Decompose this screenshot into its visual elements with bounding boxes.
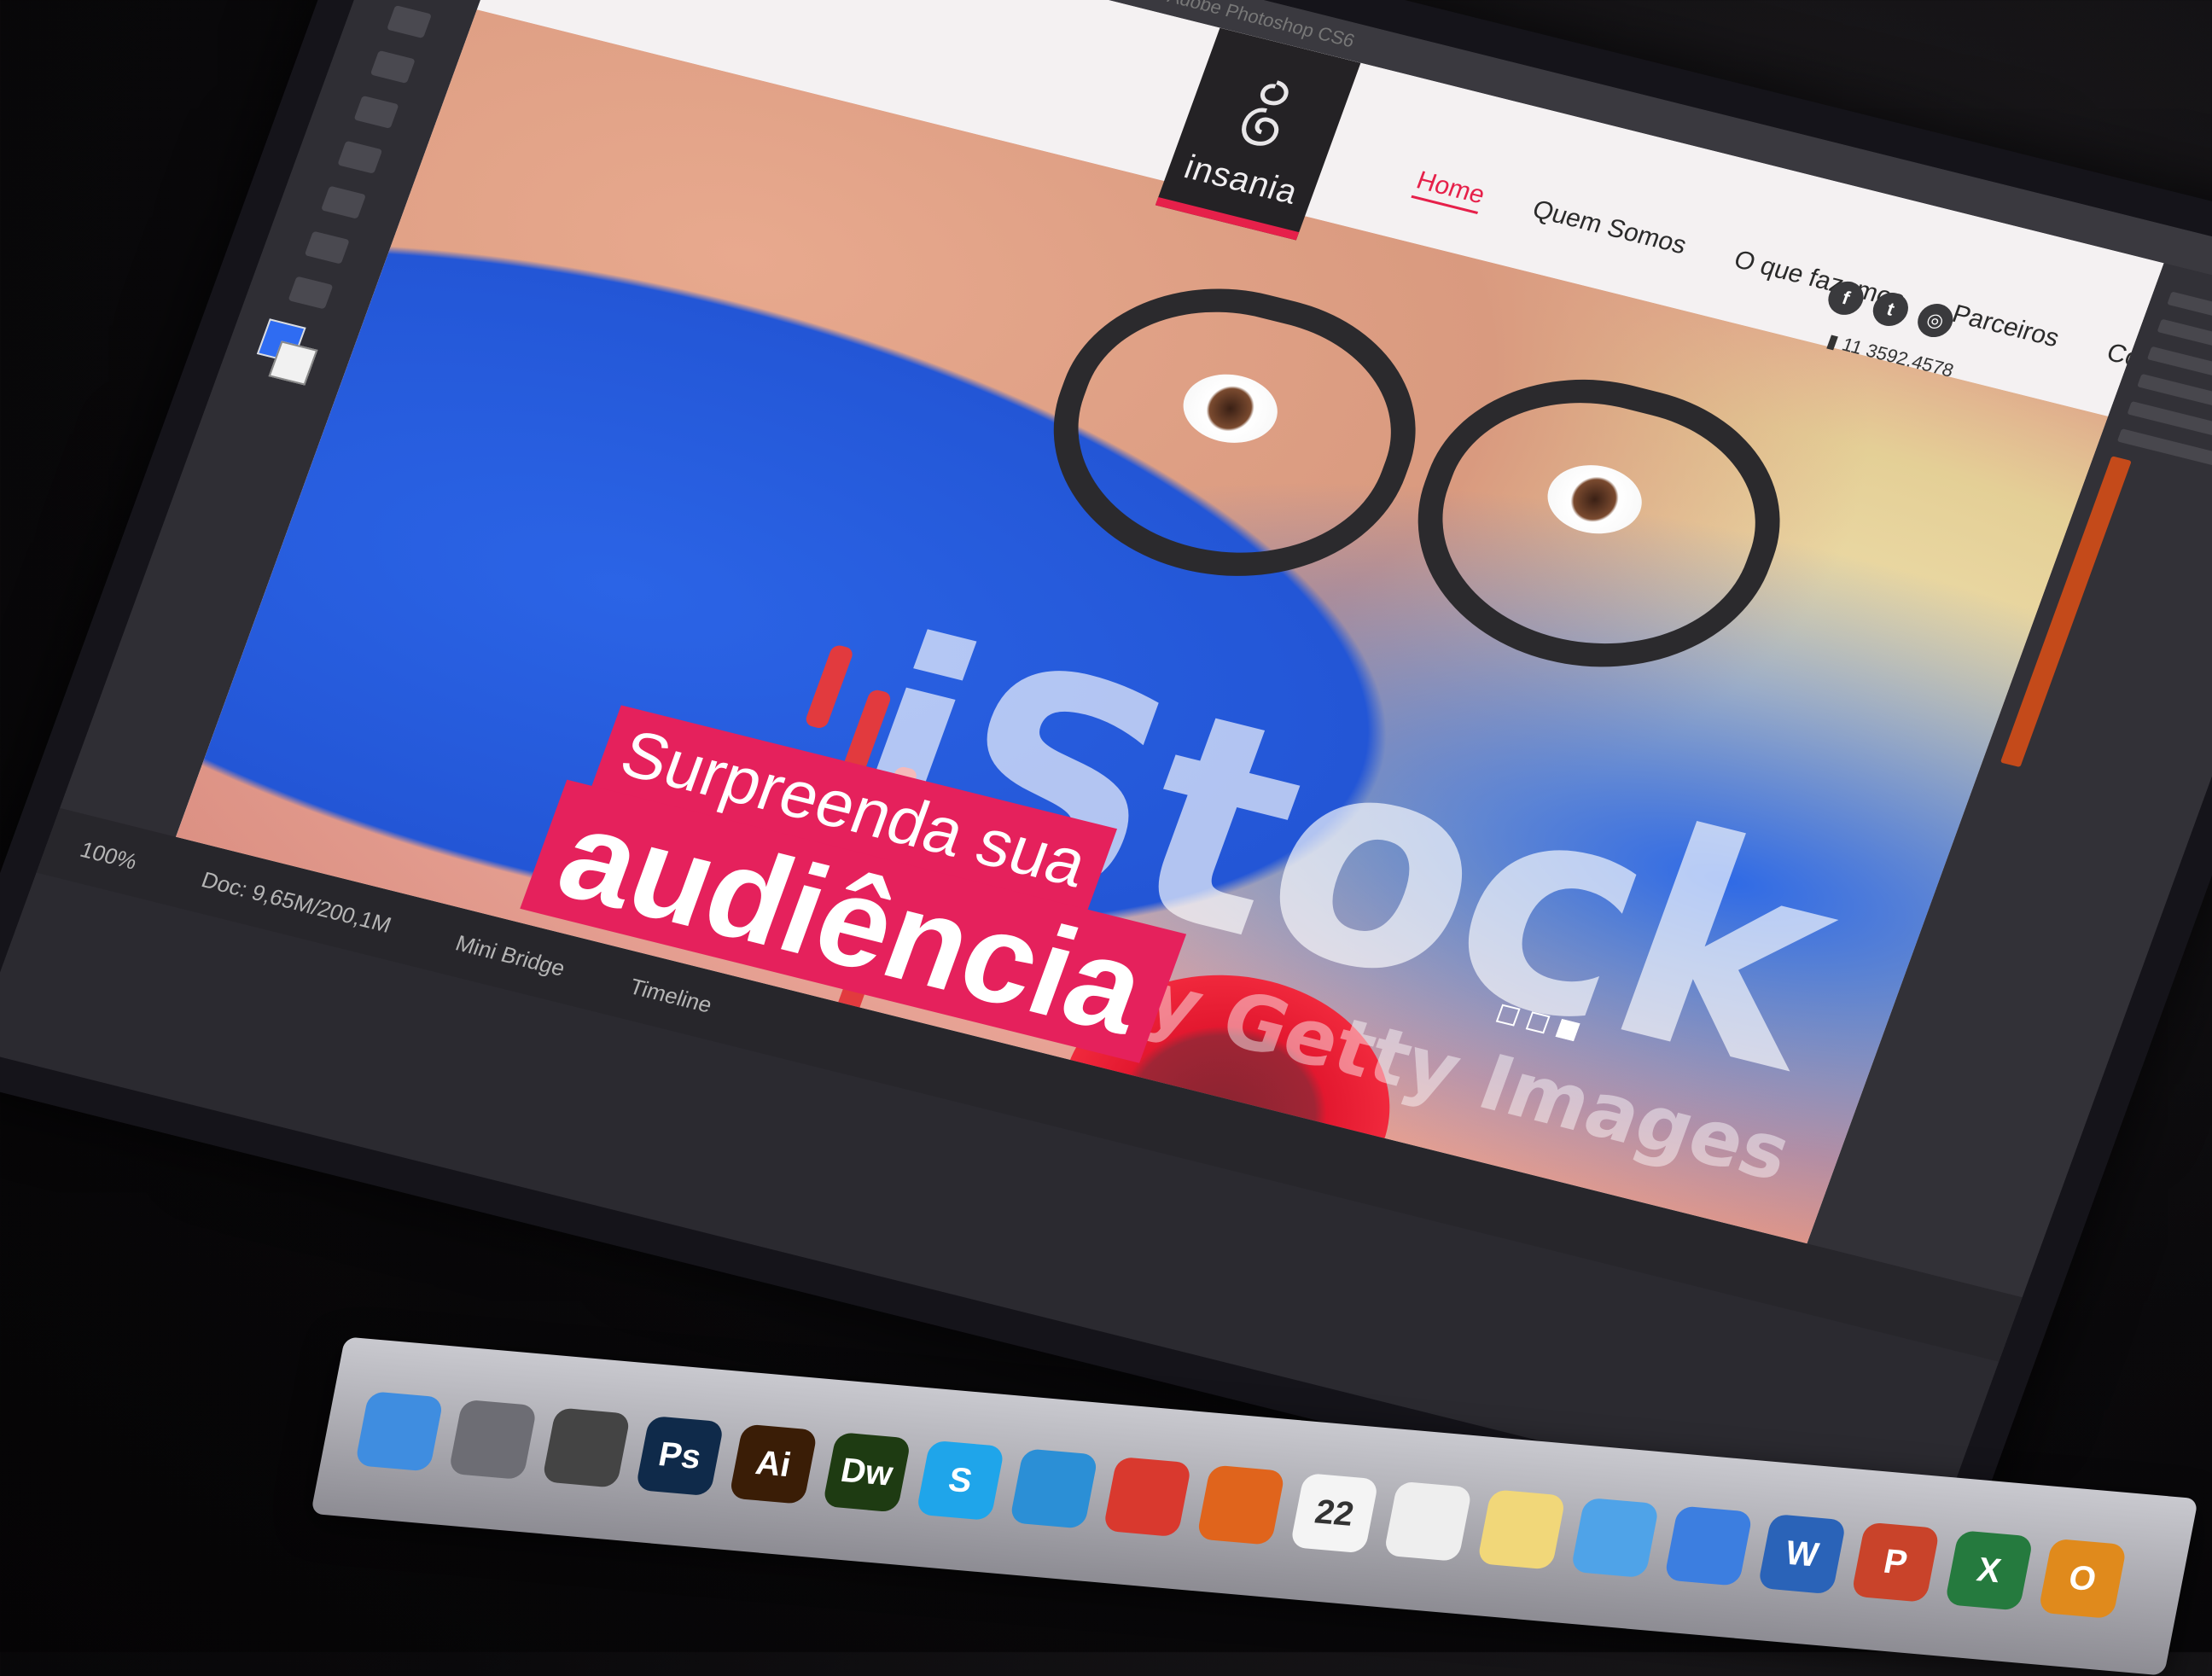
notes-icon[interactable]	[1476, 1489, 1567, 1570]
powerpoint-icon[interactable]: P	[1850, 1522, 1941, 1603]
crop-tool-icon[interactable]	[387, 5, 433, 39]
excel-icon[interactable]: X	[1944, 1530, 2034, 1611]
logo-text: insania	[1179, 148, 1303, 212]
pen-tool-icon[interactable]	[337, 140, 383, 174]
zoom-level[interactable]: 100%	[77, 836, 141, 875]
finder-icon[interactable]	[354, 1391, 445, 1472]
reminders-icon[interactable]	[1382, 1481, 1473, 1563]
nav-parceiros[interactable]: Parceiros	[1947, 300, 2063, 358]
firefox-icon[interactable]	[1196, 1464, 1286, 1545]
nav-quem-somos[interactable]: Quem Somos	[1527, 195, 1690, 265]
messages-icon[interactable]	[1570, 1497, 1660, 1579]
swirl-logo-icon	[1242, 80, 1289, 146]
nail	[803, 643, 855, 730]
monitor: Adobe Photoshop CS6 iStock by Getty Imag…	[0, 0, 2212, 1580]
outlook-icon[interactable]: O	[2038, 1538, 2128, 1620]
zoom-tool-icon[interactable]	[288, 276, 334, 310]
mission-control-icon[interactable]	[541, 1407, 632, 1488]
panel-row[interactable]	[2116, 428, 2212, 487]
color-swatches[interactable]	[249, 318, 328, 389]
itunes-icon[interactable]	[1663, 1505, 1754, 1586]
chrome-icon[interactable]	[1103, 1456, 1192, 1538]
word-icon[interactable]: W	[1757, 1513, 1847, 1595]
calendar-icon[interactable]: 22	[1289, 1472, 1379, 1554]
twitter-icon[interactable]: t	[1868, 288, 1913, 330]
dreamweaver-icon[interactable]: Dw	[822, 1431, 912, 1513]
illustrator-icon[interactable]: Ai	[728, 1423, 818, 1504]
hand-tool-icon[interactable]	[304, 230, 350, 265]
launchpad-icon[interactable]	[448, 1399, 538, 1481]
photoshop-window: Adobe Photoshop CS6 iStock by Getty Imag…	[0, 0, 2212, 1539]
photoshop-icon[interactable]: Ps	[635, 1415, 725, 1497]
skype-icon[interactable]: S	[916, 1440, 1005, 1522]
brush-tool-icon[interactable]	[370, 49, 416, 84]
tab-timeline[interactable]: Timeline	[626, 973, 716, 1018]
type-tool-icon[interactable]	[321, 185, 367, 219]
safari-icon[interactable]	[1009, 1448, 1099, 1529]
eraser-tool-icon[interactable]	[353, 95, 399, 129]
instagram-icon[interactable]: ◎	[1912, 300, 1959, 341]
tab-mini-bridge[interactable]: Mini Bridge	[452, 929, 569, 981]
nav-home[interactable]: Home	[1411, 166, 1489, 214]
